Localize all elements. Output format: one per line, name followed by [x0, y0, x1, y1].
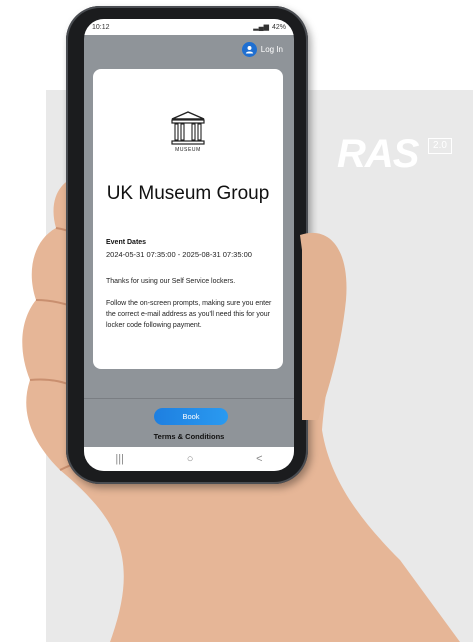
- login-label: Log In: [260, 44, 283, 54]
- footer-divider: [84, 398, 294, 399]
- user-icon: [241, 41, 257, 57]
- status-time: 10:12: [92, 23, 110, 31]
- thanks-text: Thanks for using our Self Service locker…: [106, 278, 236, 285]
- signal-icon: ▂▄▆: [253, 24, 269, 31]
- event-dates-value: 2024-05-31 07:35:00 - 2025-08-31 07:35:0…: [106, 250, 252, 259]
- phone-screen: 10:12 ▂▄▆ 42% Log In MUSEUM UK Museum Gr…: [84, 19, 294, 471]
- home-icon[interactable]: ○: [187, 453, 194, 465]
- book-button[interactable]: Book: [154, 408, 228, 425]
- recent-apps-icon[interactable]: |||: [115, 453, 124, 465]
- museum-icon: MUSEUM: [171, 111, 205, 153]
- battery-level: 42%: [271, 23, 286, 31]
- event-card: MUSEUM UK Museum Group Event Dates 2024-…: [93, 69, 283, 369]
- android-nav-bar: ||| ○ <: [84, 447, 294, 471]
- museum-icon-label: MUSEUM: [175, 147, 201, 153]
- instructions-text: Follow the on-screen prompts, making sur…: [106, 300, 272, 329]
- login-button[interactable]: Log In: [240, 40, 289, 58]
- terms-link[interactable]: Terms & Conditions: [84, 432, 294, 441]
- status-bar: 10:12 ▂▄▆ 42%: [84, 19, 294, 35]
- page-title: UK Museum Group: [106, 183, 270, 204]
- event-dates-label: Event Dates: [106, 239, 147, 246]
- back-icon[interactable]: <: [256, 453, 262, 465]
